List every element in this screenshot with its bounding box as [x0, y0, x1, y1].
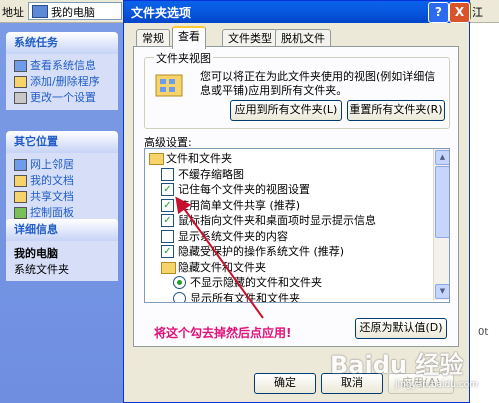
tab-view[interactable]: 查看: [172, 26, 206, 49]
tutorial-arrow: [175, 196, 264, 319]
baidu-watermark: Baidu 经验: [330, 351, 464, 379]
watermark-url: jingyan.baidu.com: [395, 380, 479, 390]
